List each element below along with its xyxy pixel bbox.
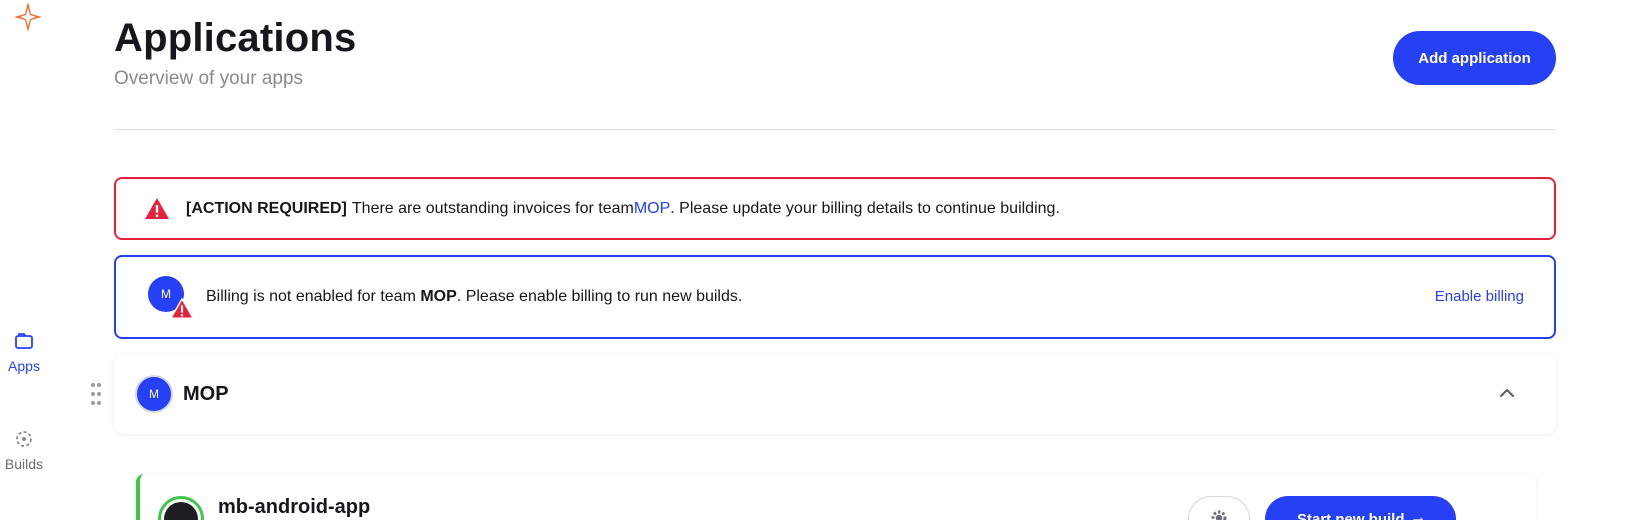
drag-handle-icon[interactable] — [90, 382, 102, 406]
warning-icon — [145, 197, 169, 219]
arrow-right-icon: → — [1410, 509, 1426, 520]
team-name: MOP — [183, 382, 229, 405]
builds-icon — [16, 431, 32, 447]
app-avatar-image — [164, 502, 198, 520]
invoice-text-before: There are outstanding invoices for team — [351, 199, 634, 217]
app-name[interactable]: mb-android-app — [218, 496, 370, 519]
app-card[interactable]: mb-android-app Start new build → — [136, 474, 1536, 520]
folder-icon — [15, 333, 33, 349]
invoice-text-after: . Please update your billing details to … — [670, 199, 1060, 217]
page-title: Applications — [114, 16, 357, 60]
logo-icon[interactable] — [4, 0, 44, 36]
billing-alert: M Billing is not enabled for team MOP . … — [114, 255, 1556, 339]
invoice-alert: [ACTION REQUIRED] There are outstanding … — [114, 177, 1556, 240]
app-icon — [158, 496, 204, 520]
chevron-up-icon[interactable] — [1496, 382, 1518, 404]
nav-apps-label: Apps — [8, 358, 40, 374]
billing-team-avatar: M — [148, 274, 196, 320]
app-settings-button[interactable] — [1188, 496, 1250, 520]
billing-text-after: . Please enable billing to run new build… — [456, 288, 743, 305]
enable-billing-link[interactable]: Enable billing — [1435, 288, 1524, 305]
start-build-label: Start new build — [1297, 510, 1405, 520]
nav-item-apps[interactable]: Apps — [0, 330, 48, 374]
nav-item-builds[interactable]: Builds — [0, 428, 48, 472]
nav-builds-label: Builds — [4, 456, 44, 472]
invoice-team-link[interactable]: MOP — [634, 200, 670, 218]
billing-text-before: Billing is not enabled for team — [206, 288, 421, 305]
header-divider — [114, 129, 1556, 130]
start-new-build-button[interactable]: Start new build → — [1265, 496, 1456, 520]
billing-team-name: MOP — [420, 288, 457, 305]
gear-icon — [1211, 510, 1227, 520]
sidebar: Apps Builds — [0, 0, 64, 520]
page-subtitle: Overview of your apps — [114, 68, 304, 89]
action-required-label: [ACTION REQUIRED] — [186, 199, 347, 217]
add-application-button[interactable]: Add application — [1393, 31, 1556, 85]
warning-icon — [170, 298, 194, 319]
main-content: Applications Overview of your apps Add a… — [64, 0, 1638, 520]
team-card[interactable]: M MOP — [114, 354, 1556, 434]
team-avatar: M — [135, 375, 173, 413]
